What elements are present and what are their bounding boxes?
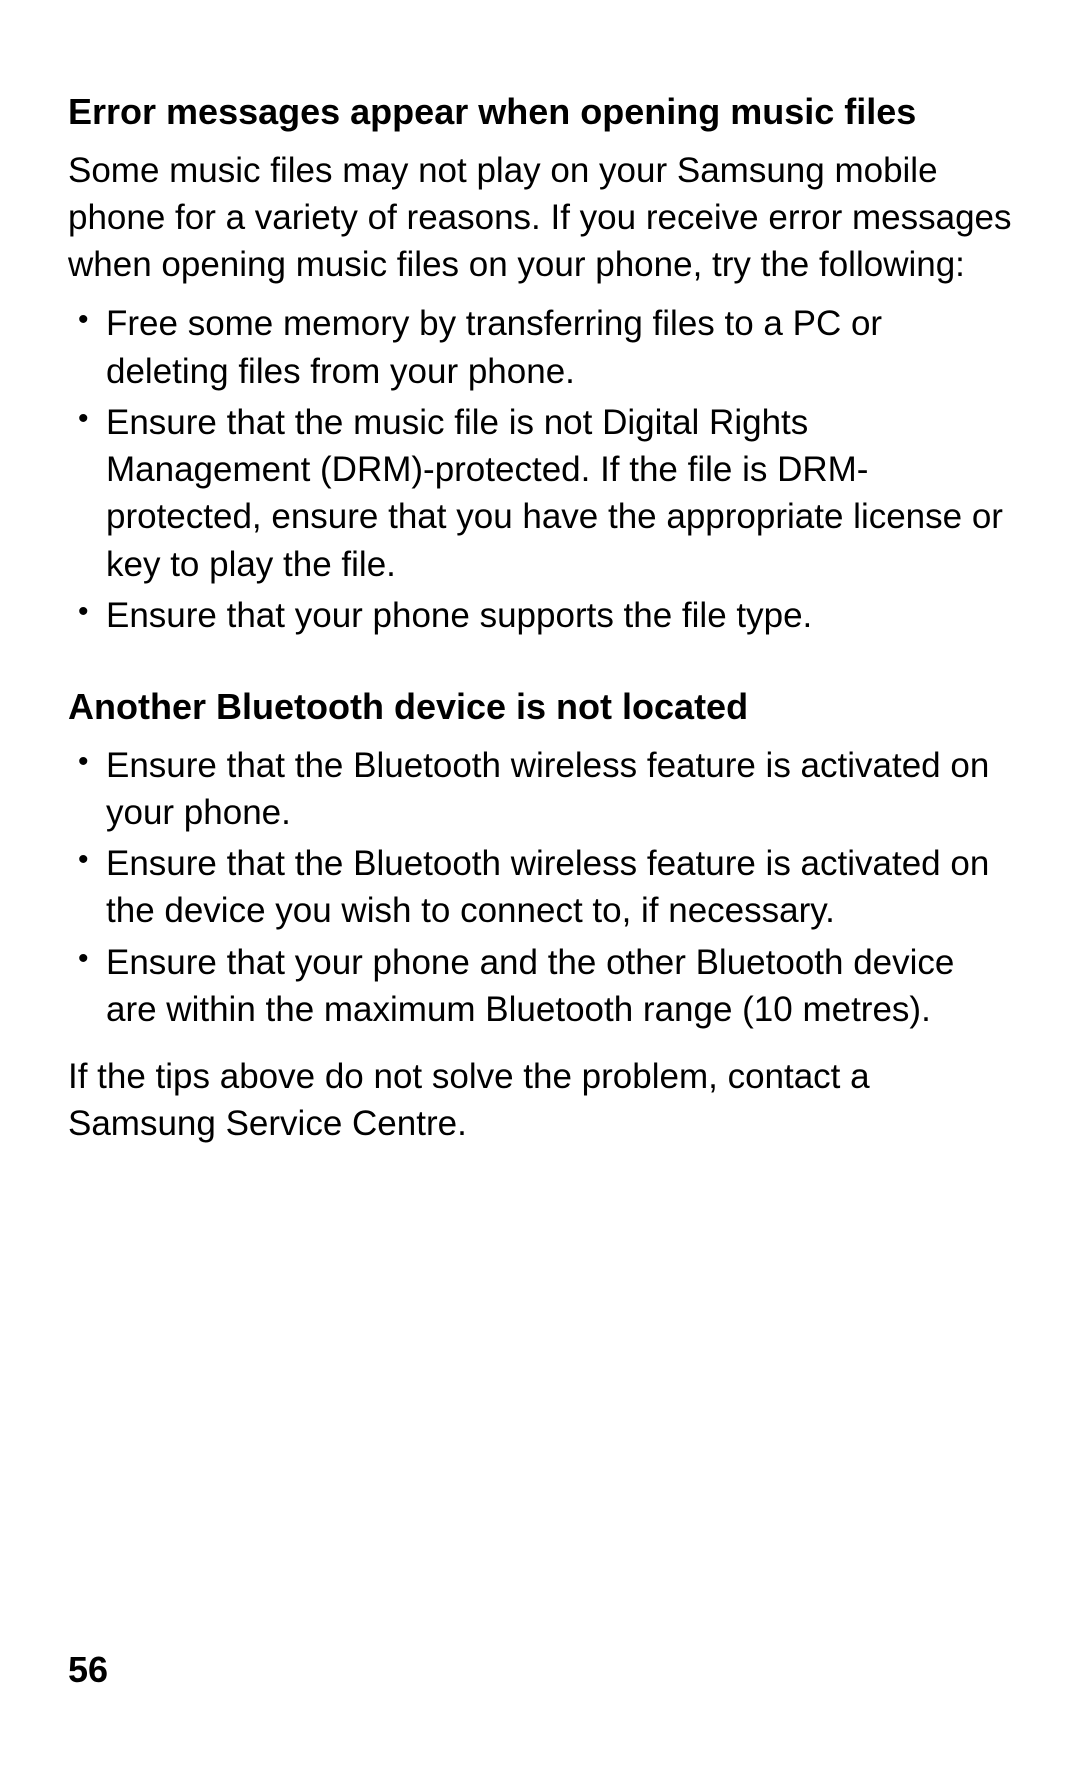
list-item: Ensure that your phone supports the file… xyxy=(70,592,1012,639)
heading-music-errors: Error messages appear when opening music… xyxy=(68,88,1012,137)
list-item: Ensure that your phone and the other Blu… xyxy=(70,939,1012,1034)
list-item: Ensure that the Bluetooth wireless featu… xyxy=(70,840,1012,935)
list-item: Ensure that the music file is not Digita… xyxy=(70,399,1012,588)
closing-bluetooth: If the tips above do not solve the probl… xyxy=(68,1053,1012,1148)
list-item: Ensure that the Bluetooth wireless featu… xyxy=(70,742,1012,837)
intro-music-errors: Some music files may not play on your Sa… xyxy=(68,147,1012,289)
section-bluetooth: Another Bluetooth device is not located … xyxy=(68,683,1012,1148)
bullets-music-errors: Free some memory by transferring files t… xyxy=(68,300,1012,639)
bullets-bluetooth: Ensure that the Bluetooth wireless featu… xyxy=(68,742,1012,1034)
heading-bluetooth: Another Bluetooth device is not located xyxy=(68,683,1012,732)
list-item: Free some memory by transferring files t… xyxy=(70,300,1012,395)
page-number: 56 xyxy=(68,1649,108,1691)
section-music-errors: Error messages appear when opening music… xyxy=(68,88,1012,639)
